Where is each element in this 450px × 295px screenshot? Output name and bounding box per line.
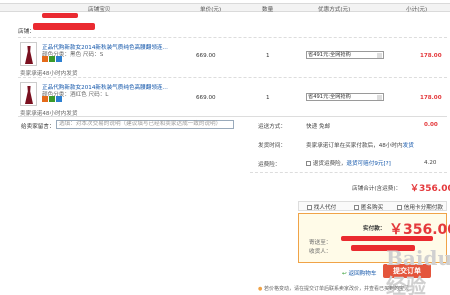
promo-select[interactable]: 省491元:全网抢购 — [306, 93, 384, 101]
order-item: 正品代购新款女2014新秋装气质纯色高腰翻领连... 颜色分类：酒红色 尺码：L… — [18, 77, 447, 117]
redacted-banner — [42, 13, 78, 18]
item-price: 669.00 — [196, 53, 216, 59]
order-item: 正品代购新款女2014新秋装气质纯色高腰翻领连... 颜色分类：黑色 尺码：S … — [18, 37, 447, 77]
header-promo: 优惠方式(元) — [318, 7, 351, 13]
tag-icon — [49, 96, 55, 102]
notice-text: ● 若价格变动，请在提交订单后联系卖家改价，并查看已买到的宝贝 — [258, 286, 409, 292]
options-bar: 找人代付 匿名购买 信用卡分期付款 — [298, 201, 447, 211]
tag-icon — [56, 56, 62, 62]
dress-image — [25, 86, 33, 104]
insurance-option[interactable]: 退货运费险，退货可赔付9元[?] — [306, 159, 391, 167]
store-total-label: 店铺合计(含运费)： — [352, 186, 402, 192]
address-redacted — [341, 236, 433, 241]
agent-pay-option[interactable]: 找人代付 — [307, 203, 336, 211]
divider — [250, 172, 447, 173]
chevron-down-icon — [377, 95, 382, 100]
ship-time-link[interactable]: 发货 — [403, 143, 414, 149]
arrow-left-icon: ↩ — [342, 271, 347, 277]
chevron-down-icon — [377, 53, 382, 58]
ship-time-label: 发货时间： — [258, 143, 286, 149]
delivery-value: 快递 免邮 — [306, 124, 331, 130]
anonymous-option[interactable]: 匿名购买 — [354, 203, 383, 211]
item-tags — [42, 96, 63, 104]
ship-time-value: 卖家承诺订单在买家付款后，48小时内发货 — [306, 143, 414, 149]
help-icon[interactable]: [?] — [383, 161, 390, 167]
divider — [18, 116, 447, 117]
receiver-label: 收货人： — [309, 249, 332, 255]
store-total-value: ￥356.00 — [410, 184, 450, 194]
anonymous-checkbox[interactable] — [354, 205, 359, 210]
header-qty: 数量 — [262, 7, 274, 13]
dress-image — [25, 46, 33, 64]
item-subtotal: 178.00 — [420, 53, 442, 59]
item-tags — [42, 56, 63, 64]
insurance-label: 运费险： — [258, 162, 281, 168]
tag-icon — [42, 56, 48, 62]
insurance-checkbox[interactable] — [306, 161, 311, 166]
back-to-cart-link[interactable]: ↩ 返回购物车 — [342, 269, 376, 277]
tag-icon — [42, 96, 48, 102]
agent-pay-checkbox[interactable] — [307, 205, 312, 210]
message-input[interactable]: 选填：对本次交易的说明（建议填写已经和卖家达成一致的说明） — [56, 120, 234, 129]
address-label: 寄送至： — [309, 240, 332, 246]
item-service: 卖家承诺48小时内发货 — [20, 71, 78, 77]
promo-select-value: 省491元:全网抢购 — [308, 52, 351, 58]
header-subtotal: 小计(元) — [406, 7, 428, 13]
delivery-label: 运送方式： — [258, 124, 286, 130]
item-thumbnail[interactable] — [20, 42, 37, 66]
tag-icon — [49, 56, 55, 62]
header-price: 单价(元) — [200, 7, 222, 13]
promo-select[interactable]: 省491元:全网抢购 — [306, 51, 384, 59]
header-shop: 店铺宝贝 — [88, 7, 111, 13]
tag-icon — [56, 96, 62, 102]
insurance-amount: 4.20 — [424, 160, 437, 166]
credit-card-checkbox[interactable] — [397, 205, 402, 210]
item-qty: 1 — [266, 53, 270, 59]
item-subtotal: 178.00 — [420, 95, 442, 101]
promo-select-value: 省491元:全网抢购 — [308, 94, 351, 100]
delivery-amount: 0.00 — [424, 122, 438, 128]
credit-card-option[interactable]: 信用卡分期付款 — [397, 203, 443, 211]
insurance-link[interactable]: 退货可赔付9元 — [346, 161, 383, 167]
payment-label: 实付款： — [363, 226, 386, 232]
item-price: 669.00 — [196, 95, 216, 101]
column-header-bar: 店铺宝贝 单价(元) 数量 优惠方式(元) 小计(元) — [0, 3, 450, 13]
item-qty: 1 — [266, 95, 270, 101]
shop-name-redacted[interactable] — [33, 23, 95, 30]
item-thumbnail[interactable] — [20, 82, 37, 106]
message-label: 给卖家留言： — [21, 124, 55, 130]
warning-icon: ● — [258, 286, 263, 292]
